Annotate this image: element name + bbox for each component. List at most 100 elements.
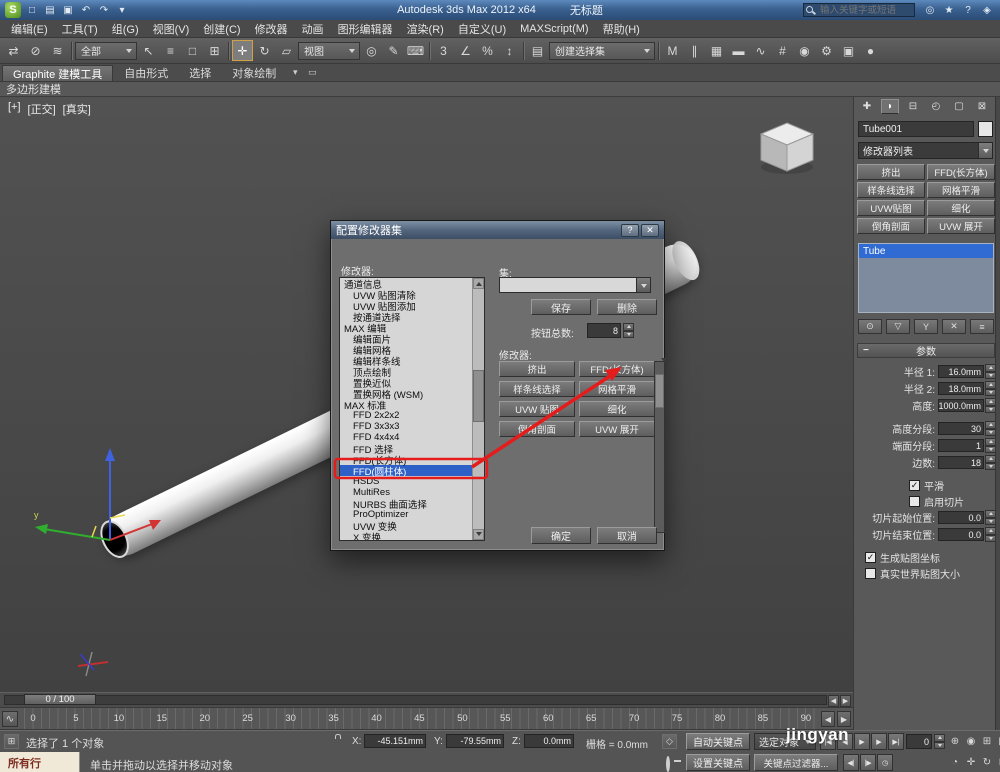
- welcome-screen-icon[interactable]: ⊞: [4, 734, 19, 749]
- undo-icon[interactable]: ↶: [78, 3, 94, 18]
- unchecked-checkbox[interactable]: [865, 567, 876, 579]
- menu-item[interactable]: 视图(V): [146, 20, 197, 37]
- display-tab-icon[interactable]: ▢: [950, 99, 968, 114]
- x-coordinate-field[interactable]: -45.151mm: [364, 734, 426, 748]
- pan-icon[interactable]: ✛: [964, 754, 978, 770]
- move-gizmo[interactable]: y: [30, 440, 180, 570]
- mini-curve-editor-icon[interactable]: ∿: [2, 711, 18, 727]
- key-filters-button[interactable]: 关键点过滤器...: [754, 754, 838, 771]
- modifier-list-scrollbar[interactable]: [472, 278, 484, 540]
- menu-item[interactable]: 编辑(E): [4, 20, 55, 37]
- key-step-back-button[interactable]: ◀|: [843, 754, 859, 771]
- param-value-field[interactable]: 0.0: [938, 528, 984, 541]
- ribbon-tab-0[interactable]: Graphite 建模工具: [2, 65, 114, 81]
- modifier-list-item[interactable]: MAX 标准: [340, 399, 484, 412]
- scroll-down-icon[interactable]: [473, 529, 484, 540]
- object-color-swatch[interactable]: [978, 121, 993, 137]
- select-and-rotate-icon[interactable]: ↻: [254, 40, 275, 61]
- modifier-set-button[interactable]: 网格平滑: [927, 182, 995, 198]
- angle-snap-icon[interactable]: ∠: [455, 40, 476, 61]
- modifier-stack[interactable]: Tube: [858, 243, 994, 313]
- menu-item[interactable]: 修改器: [248, 20, 295, 37]
- zoom-extents-icon[interactable]: ⊞: [980, 733, 994, 749]
- param-value-field[interactable]: 1000.0mm: [938, 399, 984, 412]
- modifier-set-button[interactable]: 网格平滑: [579, 381, 655, 397]
- param-value-field[interactable]: 30: [938, 422, 984, 435]
- modifier-set-button[interactable]: FFD(长方体): [579, 361, 655, 377]
- param-value-field[interactable]: 18.0mm: [938, 382, 984, 395]
- modifier-set-button[interactable]: 样条线选择: [857, 182, 925, 198]
- bind-to-space-warp-icon[interactable]: ≋: [47, 40, 68, 61]
- scrollbar-thumb[interactable]: [655, 374, 664, 408]
- render-setup-icon[interactable]: ⚙: [816, 40, 837, 61]
- spinner-up-icon[interactable]: [623, 323, 634, 331]
- modifier-set-button[interactable]: UVW 贴图: [499, 401, 575, 417]
- unlink-selection-icon[interactable]: ⊘: [25, 40, 46, 61]
- isolate-selection-icon[interactable]: ◇: [662, 734, 677, 749]
- object-name-field[interactable]: Tube001: [858, 121, 974, 137]
- field-of-view-icon[interactable]: ◔: [948, 754, 962, 770]
- total-buttons-spinner[interactable]: [623, 323, 634, 338]
- modifier-set-button[interactable]: 细化: [927, 200, 995, 216]
- layer-manager-icon[interactable]: ▦: [706, 40, 727, 61]
- dialog-close-button[interactable]: ✕: [641, 223, 659, 237]
- viewcube[interactable]: [752, 115, 822, 185]
- schematic-view-icon[interactable]: #: [772, 40, 793, 61]
- time-slider-track[interactable]: [4, 695, 827, 705]
- zoom-icon[interactable]: ⊕: [948, 733, 962, 749]
- graphite-toggle-icon[interactable]: ▬: [728, 40, 749, 61]
- menu-item[interactable]: MAXScript(M): [513, 20, 595, 37]
- ok-button[interactable]: 确定: [531, 527, 591, 544]
- render-production-icon[interactable]: ●: [860, 40, 881, 61]
- modifier-set-button[interactable]: 细化: [579, 401, 655, 417]
- align-icon[interactable]: ∥: [684, 40, 705, 61]
- rendered-frame-icon[interactable]: ▣: [838, 40, 859, 61]
- select-and-move-icon[interactable]: ✛: [232, 40, 253, 61]
- param-value-field[interactable]: 18: [938, 456, 984, 469]
- modifier-list-item-selected[interactable]: FFD(圆柱体): [340, 465, 484, 478]
- help-icon[interactable]: ?: [960, 3, 976, 18]
- save-file-icon[interactable]: ▣: [60, 3, 76, 18]
- keyboard-override-icon[interactable]: ⌨: [405, 40, 426, 61]
- snap-toggle-3d-icon[interactable]: 3: [433, 40, 454, 61]
- param-value-field[interactable]: 1: [938, 439, 984, 452]
- mirror-icon[interactable]: M: [662, 40, 683, 61]
- named-selection-sets-dropdown[interactable]: 创建选择集: [549, 41, 655, 60]
- param-value-field[interactable]: 0.0: [938, 511, 984, 524]
- show-end-result-icon[interactable]: ▽: [886, 319, 910, 334]
- redo-icon[interactable]: ↷: [96, 3, 112, 18]
- maxscript-mini-listener[interactable]: 所有行: [0, 752, 80, 772]
- modifier-set-button[interactable]: 挤出: [857, 164, 925, 180]
- window-crossing-icon[interactable]: ⊞: [204, 40, 225, 61]
- modifier-set-button[interactable]: UVW 展开: [579, 421, 655, 437]
- select-by-name-icon[interactable]: ≡: [160, 40, 181, 61]
- menu-item[interactable]: 渲染(R): [400, 20, 451, 37]
- application-menu-icon[interactable]: S: [5, 2, 21, 18]
- dialog-title-bar[interactable]: 配置修改器集 ? ✕: [331, 221, 664, 239]
- use-pivot-center-icon[interactable]: ◎: [361, 40, 382, 61]
- percent-snap-icon[interactable]: %: [477, 40, 498, 61]
- checked-checkbox[interactable]: ✓: [865, 551, 876, 563]
- viewport-menu-shading[interactable]: [真实]: [63, 101, 91, 117]
- stack-item-tube[interactable]: Tube: [859, 244, 993, 258]
- configure-modifier-sets-icon[interactable]: ≡: [970, 319, 994, 334]
- reference-coordinate-dropdown[interactable]: 视图: [298, 41, 360, 60]
- zoom-all-icon[interactable]: ◉: [964, 733, 978, 749]
- dialog-help-button[interactable]: ?: [621, 223, 639, 237]
- infocenter-icon[interactable]: ◈: [979, 3, 995, 18]
- next-frame-icon[interactable]: ▶: [840, 695, 851, 707]
- menu-item[interactable]: 帮助(H): [596, 20, 647, 37]
- scrollbar-thumb[interactable]: [473, 370, 484, 422]
- edit-named-sets-icon[interactable]: ▤: [527, 40, 548, 61]
- selection-region-icon[interactable]: □: [182, 40, 203, 61]
- curve-editor-icon[interactable]: ∿: [750, 40, 771, 61]
- ribbon-panel-icon[interactable]: ▭: [304, 65, 320, 80]
- material-editor-icon[interactable]: ◉: [794, 40, 815, 61]
- delete-button[interactable]: 删除: [597, 299, 657, 315]
- viewport-menu-view[interactable]: [正交]: [28, 101, 56, 117]
- ribbon-tab-3[interactable]: 对象绘制: [222, 65, 286, 81]
- tab-polygon-modeling[interactable]: 多边形建模: [6, 81, 61, 97]
- select-and-scale-icon[interactable]: ▱: [276, 40, 297, 61]
- modifier-set-button[interactable]: UVW贴图: [857, 200, 925, 216]
- menu-item[interactable]: 动画: [295, 20, 331, 37]
